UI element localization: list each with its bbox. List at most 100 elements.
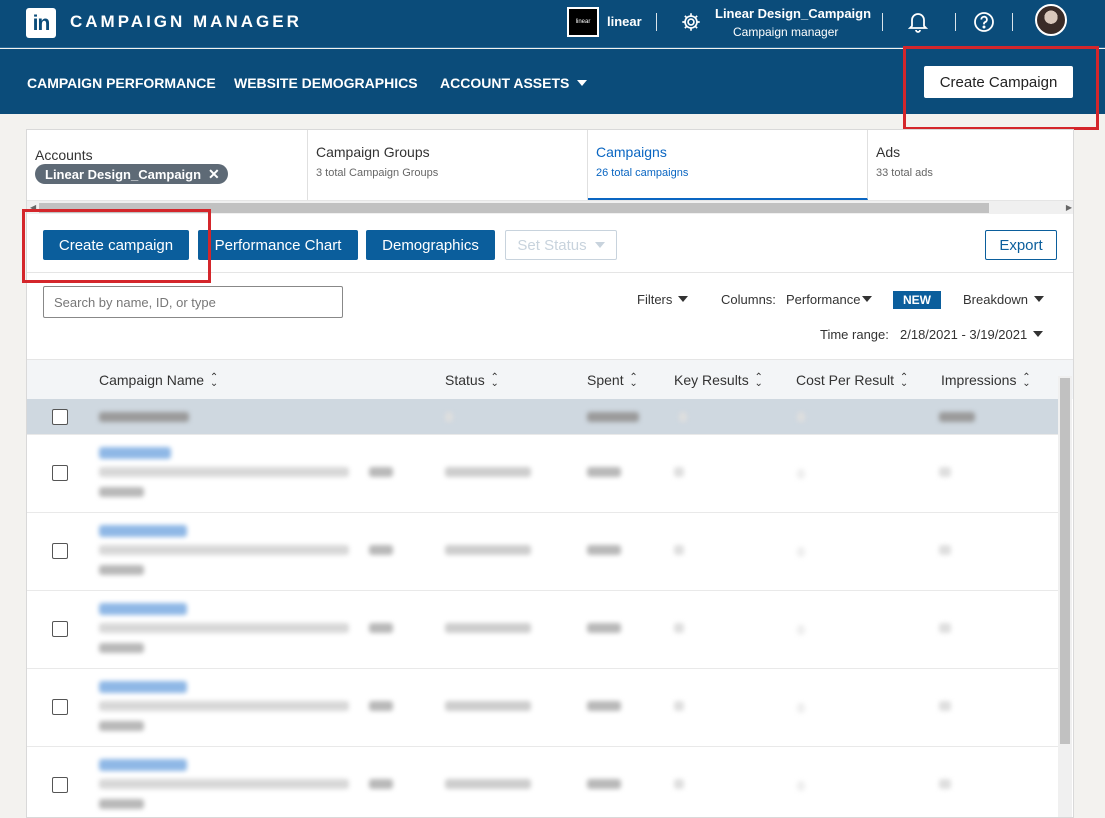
top-bar: in CAMPAIGN MANAGER linear linear Linear… [0,0,1105,48]
redacted-text [587,623,621,633]
redacted-text [587,467,621,477]
row-checkbox[interactable] [52,621,68,637]
campaign-account-title[interactable]: Linear Design_Campaign [715,6,871,21]
redacted-text [99,545,349,555]
scrollbar-thumb[interactable] [1060,378,1070,744]
search-input[interactable] [43,286,343,318]
tab-ads[interactable]: Ads 33 total ads [868,130,1073,200]
sort-icon: ⌃ ⌄ [209,372,219,389]
create-campaign-button-top[interactable]: Create Campaign [924,66,1073,98]
column-header-cost-per-result[interactable]: Cost Per Result ⌃ ⌄ [796,372,909,389]
sort-icon: ⌃ ⌄ [490,372,499,389]
time-range-dropdown[interactable]: 2/18/2021 - 3/19/2021 [900,327,1044,342]
redacted-text [99,643,144,653]
breakdown-dropdown[interactable]: Breakdown [963,292,1045,307]
help-icon[interactable] [972,10,996,34]
chevron-down-icon [577,80,588,86]
redacted-text[interactable] [99,603,187,615]
redacted-text [369,467,393,477]
bell-icon[interactable] [906,10,930,34]
gear-icon[interactable] [679,10,703,34]
horizontal-scrollbar[interactable]: ◀ ▶ [27,200,1073,214]
redacted-text [99,701,349,711]
avatar[interactable] [1035,4,1067,36]
columns-dropdown[interactable]: Performance [786,292,873,307]
sort-icon: ⌃ ⌄ [629,372,638,389]
account-logo[interactable]: linear [567,7,599,37]
nav-campaign-performance[interactable]: CAMPAIGN PERFORMANCE [27,75,216,91]
redacted-text [99,721,144,731]
redacted-text [797,625,805,635]
redacted-text [445,467,531,477]
scroll-right-icon[interactable]: ▶ [1066,203,1072,212]
close-icon[interactable]: ✕ [208,166,220,183]
column-header-key-results[interactable]: Key Results ⌃ ⌄ [674,372,764,389]
scrollbar-thumb[interactable] [39,203,989,213]
divider [955,13,956,31]
account-name[interactable]: linear [607,14,642,29]
set-status-button[interactable]: Set Status [505,230,617,260]
redacted-text [939,412,975,422]
nav-account-assets-label: ACCOUNT ASSETS [440,75,570,91]
main-panel: Accounts Linear Design_Campaign ✕ Campai… [26,129,1074,818]
redacted-text[interactable] [99,447,171,459]
app-title: CAMPAIGN MANAGER [70,12,302,31]
select-all-checkbox[interactable] [52,409,68,425]
redacted-text [674,701,684,711]
redacted-text [99,799,144,809]
redacted-text [445,623,531,633]
scroll-left-icon[interactable]: ◀ [30,203,36,212]
linkedin-logo[interactable]: in [26,8,56,38]
column-header-impressions[interactable]: Impressions ⌃ ⌄ [941,372,1031,389]
time-range-label: Time range: [820,327,889,342]
table-row[interactable] [27,747,1058,817]
export-button[interactable]: Export [985,230,1057,260]
tab-campaigns[interactable]: Campaigns 26 total campaigns [588,130,868,200]
sort-icon: ⌃ ⌄ [899,372,909,389]
tab-accounts[interactable]: Accounts Linear Design_Campaign ✕ [27,130,308,200]
performance-chart-button[interactable]: Performance Chart [198,230,358,260]
new-badge: NEW [893,291,941,309]
redacted-text [674,467,684,477]
redacted-text [679,412,687,422]
redacted-text [99,623,349,633]
column-label: Cost Per Result [796,372,895,388]
redacted-text[interactable] [99,759,187,771]
row-checkbox[interactable] [52,543,68,559]
column-header-spent[interactable]: Spent ⌃ ⌄ [587,372,639,389]
redacted-text [797,547,805,557]
create-campaign-button[interactable]: Create campaign [43,230,189,260]
redacted-text[interactable] [99,525,187,537]
redacted-text [369,623,393,633]
filters-dropdown[interactable]: Filters [637,292,689,307]
table-row[interactable] [27,591,1058,669]
tab-campaign-groups[interactable]: Campaign Groups 3 total Campaign Groups [308,130,588,200]
tab-ads-label: Ads [876,144,901,160]
row-checkbox[interactable] [52,777,68,793]
table-row[interactable] [27,513,1058,591]
redacted-text [99,565,144,575]
divider [1012,13,1013,31]
demographics-button[interactable]: Demographics [366,230,495,260]
redacted-text [797,703,805,713]
column-header-campaign-name[interactable]: Campaign Name ⌃ ⌄ [99,372,219,389]
nav-website-demographics[interactable]: WEBSITE DEMOGRAPHICS [234,75,418,91]
redacted-text [587,701,621,711]
tab-campaigns-count: 26 total campaigns [596,167,689,179]
table-row[interactable] [27,669,1058,747]
redacted-text [939,701,951,711]
nav-account-assets[interactable]: ACCOUNT ASSETS [440,75,588,91]
sort-icon: ⌃ ⌄ [754,372,763,389]
column-label: Spent [587,372,624,388]
redacted-text[interactable] [99,681,187,693]
row-checkbox[interactable] [52,699,68,715]
redacted-text [939,623,951,633]
column-label: Status [445,372,485,388]
table-row[interactable] [27,435,1058,513]
redacted-text [445,701,531,711]
redacted-text [797,412,805,422]
row-checkbox[interactable] [52,465,68,481]
vertical-scrollbar[interactable] [1058,376,1072,817]
chevron-down-icon [594,241,605,248]
column-header-status[interactable]: Status ⌃ ⌄ [445,372,500,389]
